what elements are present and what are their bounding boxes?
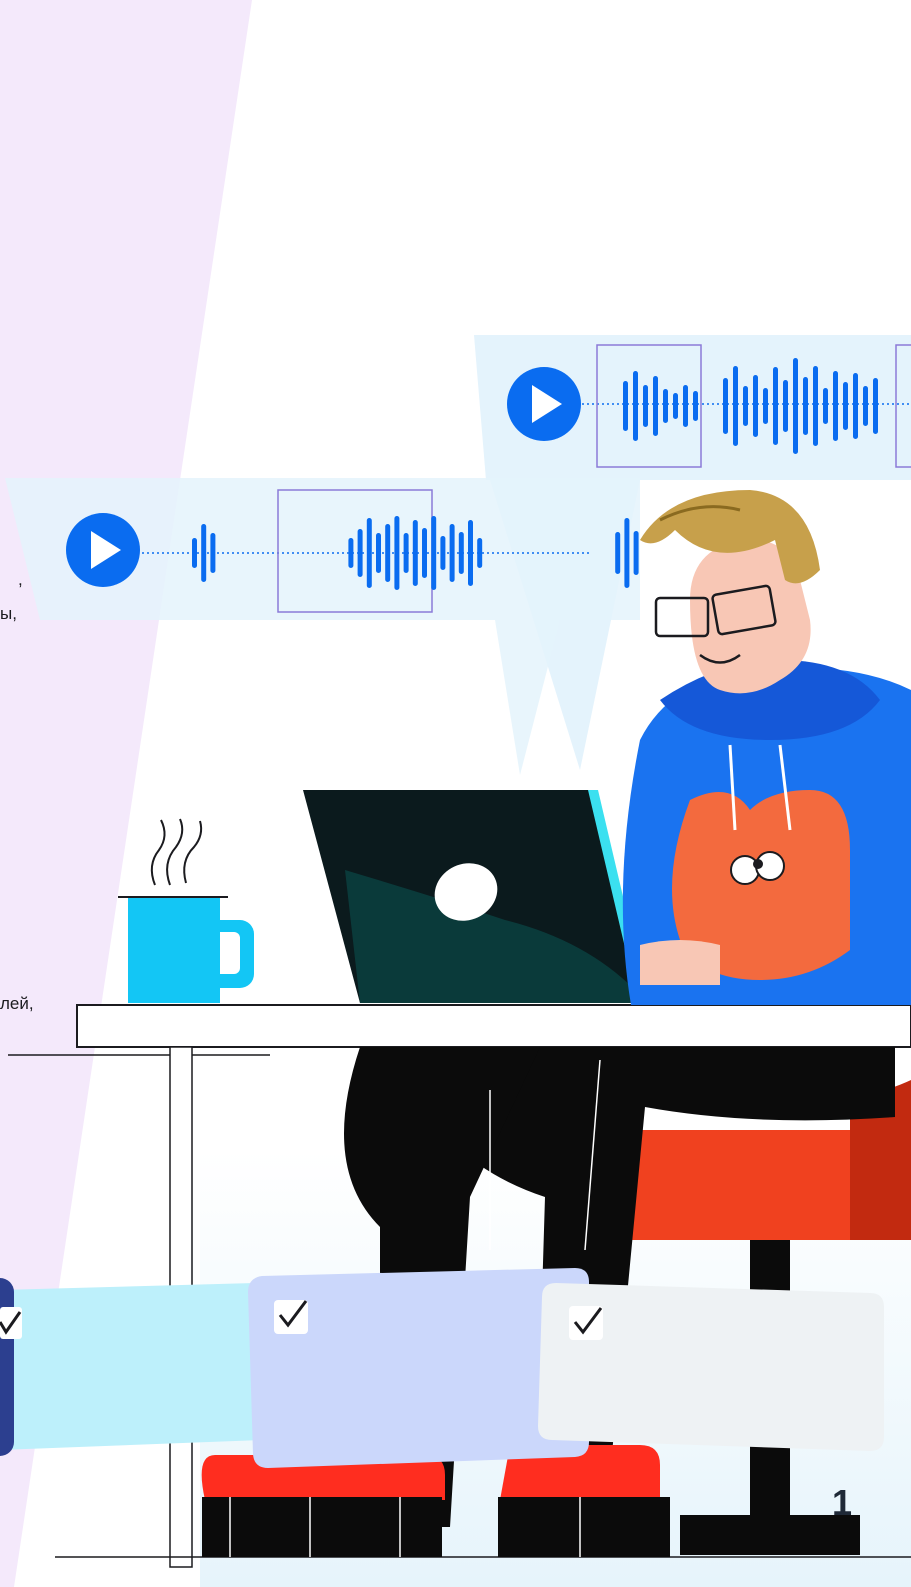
desk-top: [76, 1004, 911, 1048]
text-fragment-1: ,: [18, 570, 23, 589]
waveform-bar: [823, 388, 828, 424]
waveform-bar: [192, 538, 197, 568]
waveform-bar: [723, 378, 728, 434]
waveform-bar: [624, 518, 630, 588]
waveform-bar: [653, 376, 658, 436]
waveform-bar: [643, 385, 648, 427]
waveform-bar: [403, 533, 409, 573]
waveform-bar: [843, 382, 848, 430]
waveform-bar: [753, 375, 758, 437]
waveform-bar: [458, 532, 464, 574]
waveform-bar: [773, 367, 778, 445]
background-illustration: [0, 0, 911, 1587]
text-fragment-2: ы,: [0, 604, 17, 623]
checkbox-cyan-card[interactable]: [0, 1305, 24, 1339]
voice-message-left-play-button[interactable]: [66, 513, 140, 587]
waveform-bar: [663, 389, 668, 423]
waveform-bar: [633, 531, 639, 575]
waveform-bar: [210, 533, 216, 573]
waveform-bar: [813, 366, 818, 446]
waveform-bar: [783, 380, 788, 432]
waveform-bar: [673, 393, 678, 419]
checkbox-gray-card[interactable]: [569, 1306, 603, 1340]
card-periwinkle: [248, 1268, 589, 1468]
waveform-bar: [449, 524, 455, 582]
waveform-bar: [733, 366, 738, 446]
waveform-bar: [201, 524, 207, 582]
person-head: [640, 490, 820, 694]
waveform-bar: [803, 377, 808, 435]
waveform-bar: [357, 529, 363, 577]
waveform-bar: [376, 533, 381, 573]
waveform-bar: [366, 518, 372, 588]
voice-message-top-play-button[interactable]: [507, 367, 581, 441]
waveform-bar: [793, 358, 798, 454]
waveform-bar: [853, 373, 858, 439]
person-torso: [622, 660, 911, 1005]
card-cyan: [0, 1278, 262, 1456]
waveform-bar: [348, 538, 354, 568]
waveform-bar: [394, 516, 400, 590]
checkbox-periwinkle-card[interactable]: [274, 1300, 308, 1334]
waveform-bar: [615, 532, 621, 574]
waveform-bar: [693, 391, 698, 421]
waveform-bar: [412, 520, 418, 586]
waveform-bar: [385, 524, 391, 582]
waveform-bar: [873, 378, 878, 434]
page-number: 1: [832, 1482, 853, 1523]
waveform-bar: [863, 386, 868, 426]
waveform-bar: [633, 371, 638, 441]
waveform-bar: [431, 516, 437, 590]
coffee-mug: [118, 818, 254, 1003]
waveform-bar: [833, 371, 838, 441]
waveform-bar: [683, 385, 688, 427]
waveform-bar: [422, 528, 427, 578]
waveform-bar: [623, 381, 628, 431]
waveform-bar: [440, 536, 446, 570]
waveform-bar: [468, 520, 473, 586]
waveform-bar: [743, 386, 748, 426]
waveform-bar: [477, 538, 483, 568]
waveform-bar: [763, 388, 768, 424]
text-fragment-3: лей,: [0, 994, 34, 1013]
